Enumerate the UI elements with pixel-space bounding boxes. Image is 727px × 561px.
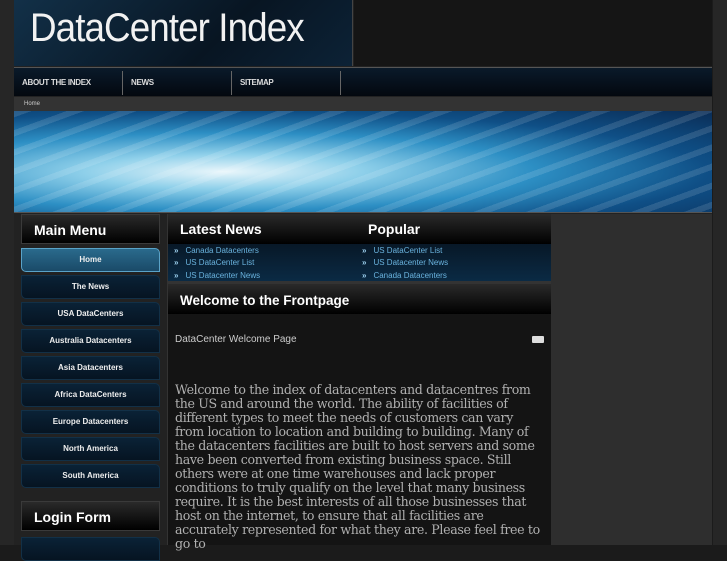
- list-item[interactable]: » Canada Datacenters: [362, 270, 544, 282]
- list-item[interactable]: » US Datacenter News: [174, 270, 356, 282]
- list-item[interactable]: » US DataCenter List: [174, 257, 356, 269]
- popular-title: Popular: [368, 221, 421, 237]
- right-column: [551, 214, 712, 545]
- top-nav: ABOUT THE INDEX NEWS SITEMAP: [14, 67, 712, 96]
- list-item[interactable]: » US Datacenter News: [362, 257, 544, 269]
- nav-news[interactable]: NEWS: [123, 71, 232, 95]
- popular-link[interactable]: Canada Datacenters: [373, 271, 446, 280]
- news-link[interactable]: US Datacenter News: [185, 271, 260, 280]
- popular-list: » US DataCenter List » US Datacenter News …: [356, 245, 544, 281]
- menu-item-asia-datacenters[interactable]: Asia Datacenters: [21, 356, 160, 380]
- menu-item-home[interactable]: Home: [21, 248, 160, 272]
- latest-news-list: » Canada Datacenters » US DataCenter List …: [168, 245, 356, 281]
- breadcrumb-home[interactable]: Home: [24, 101, 40, 107]
- menu-item-africa-datacenters[interactable]: Africa DataCenters: [21, 383, 160, 407]
- login-form-title: Login Form: [21, 501, 160, 531]
- double-chevron-icon: »: [362, 246, 367, 255]
- popular-link[interactable]: US Datacenter News: [373, 258, 448, 267]
- main-menu-title: Main Menu: [21, 214, 160, 244]
- page-edge-right: [713, 0, 727, 545]
- menu-item-australia-datacenters[interactable]: Australia Datacenters: [21, 329, 160, 353]
- site-logo[interactable]: DataCenter Index: [14, 0, 353, 66]
- article-body: Welcome to the index of datacenters and …: [175, 382, 540, 551]
- site-title: DataCenter Index: [30, 6, 305, 50]
- list-item[interactable]: » Canada Datacenters: [174, 245, 356, 257]
- double-chevron-icon: »: [174, 246, 179, 255]
- menu-item-europe-datacenters[interactable]: Europe Datacenters: [21, 410, 160, 434]
- menu-item-north-america[interactable]: North America: [21, 437, 160, 461]
- list-item[interactable]: » US DataCenter List: [362, 245, 544, 257]
- header-right-area: [354, 0, 712, 66]
- popular-link[interactable]: US DataCenter List: [373, 246, 442, 255]
- double-chevron-icon: »: [362, 258, 367, 268]
- banner-image: [14, 111, 712, 213]
- article-subtitle: DataCenter Welcome Page: [175, 334, 297, 345]
- menu-item-south-america[interactable]: South America: [21, 464, 160, 488]
- double-chevron-icon: »: [362, 270, 367, 280]
- page-wrapper: DataCenter Index ABOUT THE INDEX NEWS SI…: [14, 0, 712, 561]
- menu-item-usa-datacenters[interactable]: USA DataCenters: [21, 302, 160, 326]
- menu-item-the-news[interactable]: The News: [21, 275, 160, 299]
- login-form-field[interactable]: [21, 537, 160, 561]
- nav-sitemap[interactable]: SITEMAP: [232, 71, 341, 95]
- breadcrumb: Home: [14, 97, 712, 111]
- news-link[interactable]: Canada Datacenters: [185, 246, 258, 255]
- article-heading: Welcome to the Frontpage: [168, 284, 551, 314]
- left-column: Main Menu Home The News USA DataCenters …: [21, 214, 160, 561]
- email-icon[interactable]: [532, 336, 544, 343]
- main-content: Latest News Popular » Canada Datacenters …: [167, 214, 551, 551]
- latest-news-title: Latest News: [180, 221, 262, 237]
- nav-about-the-index[interactable]: ABOUT THE INDEX: [14, 71, 123, 95]
- page-edge-left: [0, 0, 14, 545]
- news-link[interactable]: US DataCenter List: [185, 258, 254, 267]
- double-chevron-icon: »: [174, 258, 179, 268]
- double-chevron-icon: »: [174, 270, 179, 280]
